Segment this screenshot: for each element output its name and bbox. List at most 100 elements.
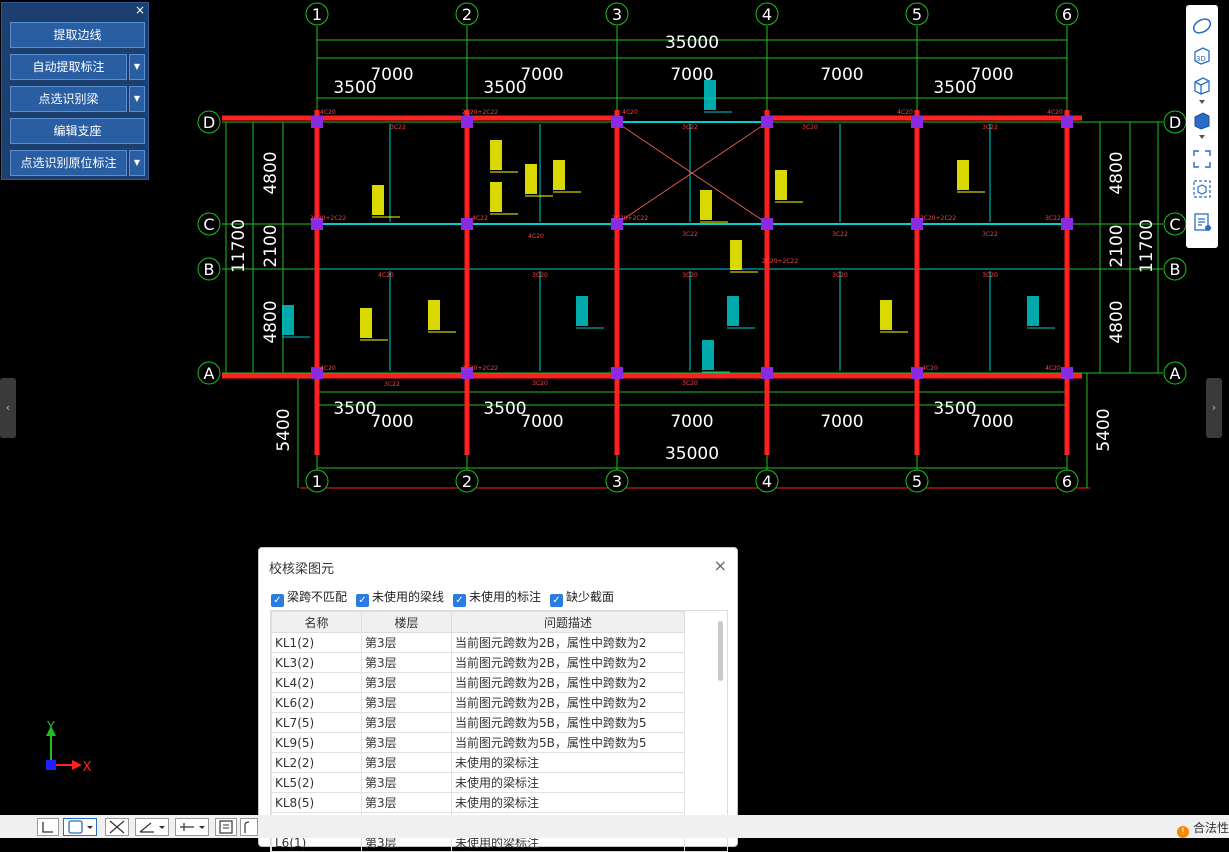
axis-letter: A (204, 364, 215, 383)
object-snap-icon[interactable] (63, 818, 97, 836)
dynamic-observe-icon[interactable] (1191, 15, 1213, 37)
extract-edge-button[interactable]: 提取边线 (10, 22, 145, 48)
axis-letter: B (1170, 260, 1181, 279)
filter-missing-section-checkbox[interactable]: ✓缺少截面 (550, 588, 614, 604)
row-description: 当前图元跨数为2B，属性中跨数为2 (452, 693, 685, 713)
column (911, 116, 923, 128)
dimension-text: 35000 (665, 444, 719, 464)
dynamic-input-icon[interactable] (215, 818, 237, 836)
component-view-icon[interactable] (1191, 178, 1213, 200)
display-dropdown-icon[interactable] (1191, 133, 1213, 141)
axis-letter: D (1169, 113, 1181, 132)
pick-original-annotation-button[interactable]: 点选识别原位标注 (10, 150, 127, 176)
row-floor: 第3层 (362, 793, 452, 813)
rebar-tag: 3C22 (832, 231, 848, 238)
column (461, 116, 473, 128)
left-collapse-tab[interactable]: ‹ (0, 378, 16, 438)
table-row[interactable]: KL9(5)第3层当前图元跨数为5B，属性中跨数为5 (272, 733, 685, 753)
view-toolbar: 3D (1186, 5, 1218, 248)
beam-annotation-block (702, 340, 714, 370)
table-row[interactable]: KL5(2)第3层未使用的梁标注 (272, 773, 685, 793)
beam-annotation-block (553, 160, 565, 190)
row-description: 未使用的梁标注 (452, 773, 685, 793)
y-axis-label: Y (46, 720, 55, 735)
angle-snap-icon[interactable] (135, 818, 169, 836)
column-header-floor[interactable]: 楼层 (362, 612, 452, 633)
axis-letter: C (203, 215, 214, 234)
rebar-tag: 4C20 (320, 109, 336, 116)
axis-number: 6 (1062, 5, 1072, 24)
beam-annotation-block (727, 296, 739, 326)
fullscreen-icon[interactable] (1191, 148, 1213, 170)
rebar-tag: 2C20+2C22 (462, 109, 498, 116)
pick-recognize-beam-button[interactable]: 点选识别梁 (10, 86, 127, 112)
dimension-text: 7000 (370, 412, 413, 432)
axis-number: 1 (312, 472, 322, 491)
beam-annotation-block (957, 160, 969, 190)
filter-unused-annotation-checkbox[interactable]: ✓未使用的标注 (453, 588, 541, 604)
table-row[interactable]: KL7(5)第3层当前图元跨数为5B，属性中跨数为5 (272, 713, 685, 733)
axis-number: 5 (912, 472, 922, 491)
row-floor: 第3层 (362, 633, 452, 653)
rebar-tag: 3C20 (532, 380, 548, 387)
table-row[interactable]: KL4(2)第3层当前图元跨数为2B，属性中跨数为2 (272, 673, 685, 693)
rebar-tag: 4C20 (320, 365, 336, 372)
row-description: 当前图元跨数为2B，属性中跨数为2 (452, 653, 685, 673)
rebar-tag: 3C22 (384, 381, 400, 388)
column (311, 116, 323, 128)
filter-unused-beam-line-checkbox[interactable]: ✓未使用的梁线 (356, 588, 444, 604)
pick-original-dropdown-icon[interactable]: ▼ (129, 150, 145, 176)
row-name: KL8(5) (272, 793, 362, 813)
beam-annotation-block (730, 240, 742, 270)
view-cube-icon[interactable] (1191, 75, 1213, 97)
dimension-text: 5400 (274, 408, 294, 451)
beam-annotation-block (700, 190, 712, 220)
table-row[interactable]: KL6(2)第3层当前图元跨数为2B，属性中跨数为2 (272, 693, 685, 713)
arc-snap-icon[interactable] (240, 818, 258, 836)
orthogonal-snap-icon[interactable] (37, 818, 59, 836)
edit-support-button[interactable]: 编辑支座 (10, 118, 145, 144)
filter-span-mismatch-checkbox[interactable]: ✓梁跨不匹配 (271, 588, 347, 604)
column (761, 116, 773, 128)
axis-number: 6 (1062, 472, 1072, 491)
checkbox-label: 未使用的标注 (469, 590, 541, 604)
axis-number: 4 (762, 472, 772, 491)
column-header-name[interactable]: 名称 (272, 612, 362, 633)
panel-close-icon[interactable]: × (135, 3, 145, 17)
table-row[interactable]: KL2(2)第3层未使用的梁标注 (272, 753, 685, 773)
right-collapse-tab[interactable]: › (1206, 378, 1222, 438)
rebar-tag: 3C20 (532, 272, 548, 279)
view-dropdown-icon[interactable] (1191, 98, 1213, 106)
svg-text:3D: 3D (1196, 55, 1206, 63)
3d-view-icon[interactable]: 3D (1191, 45, 1213, 67)
dimension-text: 3500 (333, 78, 376, 98)
table-scrollbar[interactable] (718, 621, 723, 681)
pick-recognize-dropdown-icon[interactable]: ▼ (129, 86, 145, 112)
rebar-tag: 4C20 (622, 109, 638, 116)
dimension-text: 5400 (1094, 408, 1114, 451)
dimension-text: 4800 (261, 151, 281, 194)
column-header-description[interactable]: 问题描述 (452, 612, 685, 633)
table-row[interactable]: KL1(2)第3层当前图元跨数为2B，属性中跨数为2 (272, 633, 685, 653)
status-area: !合法性 (1173, 819, 1229, 838)
auto-extract-annotation-button[interactable]: 自动提取标注 (10, 54, 127, 80)
column (1061, 218, 1073, 230)
dimension-text: 2100 (261, 224, 281, 267)
dimension-text: 2100 (1107, 224, 1127, 267)
dimension-text: 11700 (229, 219, 249, 273)
rebar-tag: 3C20 (682, 380, 698, 387)
row-description: 当前图元跨数为2B，属性中跨数为2 (452, 673, 685, 693)
row-description: 当前图元跨数为5B，属性中跨数为5 (452, 713, 685, 733)
layer-display-icon[interactable] (1191, 211, 1213, 233)
beam-recognition-panel: × 提取边线 自动提取标注 ▼ 点选识别梁 ▼ 编辑支座 点选识别原位标注 ▼ (1, 2, 149, 180)
auto-extract-dropdown-icon[interactable]: ▼ (129, 54, 145, 80)
dimension-text: 4800 (261, 300, 281, 343)
table-row[interactable]: KL3(2)第3层当前图元跨数为2B，属性中跨数为2 (272, 653, 685, 673)
intersection-snap-icon[interactable] (105, 818, 129, 836)
table-row[interactable]: KL8(5)第3层未使用的梁标注 (272, 793, 685, 813)
offset-snap-icon[interactable] (175, 818, 209, 836)
dialog-close-icon[interactable]: × (714, 556, 727, 575)
solid-cube-icon[interactable] (1191, 110, 1213, 132)
dimension-text: 7000 (820, 412, 863, 432)
dimension-text: 7000 (370, 65, 413, 85)
